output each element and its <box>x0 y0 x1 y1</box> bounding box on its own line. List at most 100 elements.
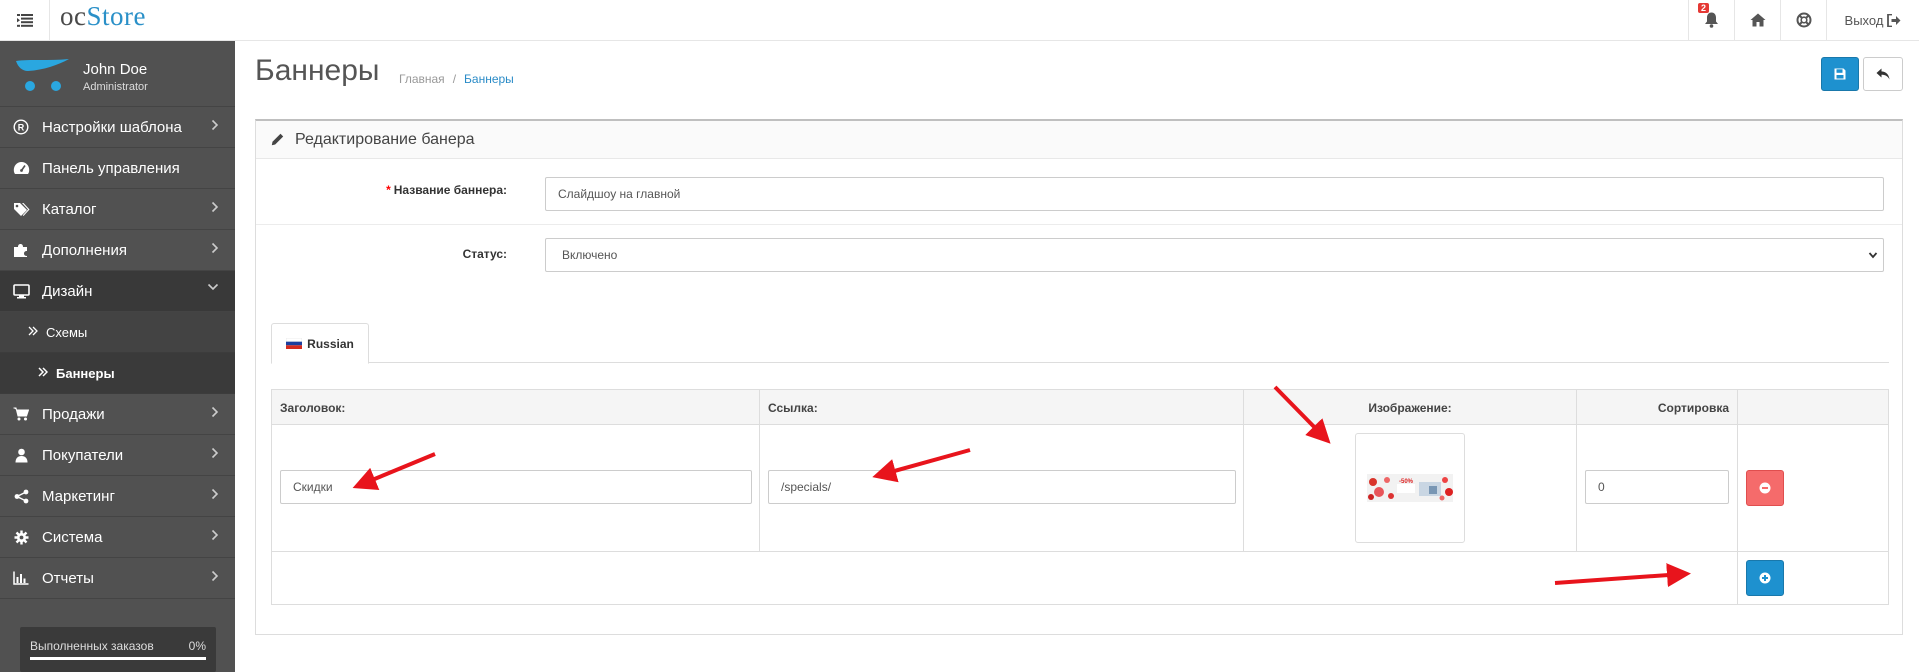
sidebar-item-design[interactable]: Дизайн <box>0 271 235 312</box>
panel-heading: Редактирование банера <box>256 121 1902 159</box>
column-header-sort: Сортировка <box>1577 390 1738 425</box>
column-header-title: Заголовок: <box>272 390 760 425</box>
banner-name-input[interactable] <box>545 177 1884 211</box>
save-button[interactable] <box>1821 57 1859 91</box>
sort-order-input[interactable] <box>1585 470 1729 504</box>
gear-icon <box>12 528 30 546</box>
user-role: Administrator <box>83 81 148 93</box>
user-profile[interactable]: John Doe Administrator <box>0 41 235 107</box>
status-row: Статус: Включено <box>256 225 1902 285</box>
plus-circle-icon <box>1759 572 1771 584</box>
sidebar-item-label: Отчеты <box>42 569 94 587</box>
reply-icon <box>1876 68 1890 80</box>
notifications-button[interactable]: 2 <box>1688 0 1734 40</box>
menu-list-icon <box>16 13 33 27</box>
registered-icon: R <box>12 118 30 136</box>
back-button[interactable] <box>1863 57 1903 91</box>
sort-cell <box>1577 425 1738 552</box>
svg-text:R: R <box>18 123 25 133</box>
help-button[interactable] <box>1780 0 1826 40</box>
progress-label: Выполненных заказов <box>30 639 154 653</box>
sidebar-item-extensions[interactable]: Дополнения <box>0 230 235 271</box>
footer-spacer <box>272 552 1738 604</box>
table-footer <box>272 552 1888 604</box>
dashboard-icon <box>12 159 30 177</box>
sidebar: John Doe Administrator R Настройки шабло… <box>0 41 235 672</box>
bar-chart-icon <box>12 569 30 587</box>
remove-row-button[interactable] <box>1746 470 1784 506</box>
language-tabs: Russian <box>271 323 1889 364</box>
sidebar-subitem-banners[interactable]: Баннеры <box>0 353 235 394</box>
opencart-cart-logo-icon <box>16 59 69 91</box>
puzzle-icon <box>12 241 30 259</box>
thumb-discount-text: -50% <box>1399 479 1414 485</box>
breadcrumb: Главная / Баннеры <box>399 72 514 86</box>
status-select[interactable]: Включено <box>545 238 1884 272</box>
sidebar-item-label: Каталог <box>42 200 97 218</box>
cart-icon <box>12 405 30 423</box>
actions-cell <box>1738 425 1890 552</box>
sidebar-item-sales[interactable]: Продажи <box>0 394 235 435</box>
column-header-image: Изображение: <box>1244 390 1577 425</box>
user-name: John Doe <box>83 61 148 78</box>
pencil-icon <box>271 133 284 146</box>
banner-images-table: Заголовок: Ссылка: Изображение: Сортиров… <box>271 389 1889 605</box>
menu-toggle-button[interactable] <box>0 0 50 40</box>
column-header-link: Ссылка: <box>760 390 1244 425</box>
sidebar-item-template-settings[interactable]: R Настройки шаблона <box>0 107 235 148</box>
sidebar-item-system[interactable]: Система <box>0 517 235 558</box>
chevron-right-icon <box>211 406 219 418</box>
page-title: Баннеры <box>255 54 380 87</box>
bell-icon <box>1705 12 1718 28</box>
column-header-actions <box>1738 390 1890 425</box>
logout-button[interactable]: Выход <box>1826 0 1919 40</box>
chevron-right-icon <box>211 119 219 131</box>
sidebar-item-label: Панель управления <box>42 159 180 177</box>
top-header: ocStore 2 Выход <box>0 0 1919 41</box>
sidebar-item-catalog[interactable]: Каталог <box>0 189 235 230</box>
tab-russian[interactable]: Russian <box>271 323 369 364</box>
app-logo[interactable]: ocStore <box>60 1 146 32</box>
sidebar-item-label: Настройки шаблона <box>42 118 182 136</box>
panel-title: Редактирование банера <box>295 130 475 148</box>
breadcrumb-current[interactable]: Баннеры <box>464 72 514 86</box>
chevron-down-icon <box>207 283 219 291</box>
banner-image-preview: -50% <box>1367 474 1453 502</box>
banner-name-row: * Название баннера: <box>256 159 1902 225</box>
chevron-right-icon <box>211 488 219 500</box>
sidebar-subitem-layouts[interactable]: Схемы <box>0 312 235 353</box>
banner-name-label: * Название баннера: <box>386 183 507 197</box>
banner-image-thumbnail[interactable]: -50% <box>1355 433 1465 543</box>
status-label: Статус: <box>462 247 507 261</box>
main-content: Баннеры Главная / Баннеры Редактирование… <box>235 41 1919 672</box>
double-chevron-right-icon <box>38 366 49 380</box>
chevron-right-icon <box>211 242 219 254</box>
orders-progress: Выполненных заказов 0% <box>20 627 216 672</box>
tab-label: Russian <box>307 336 354 351</box>
chevron-right-icon <box>211 570 219 582</box>
sidebar-subitem-label: Схемы <box>46 324 88 340</box>
banner-link-input[interactable] <box>768 470 1236 504</box>
image-cell: -50% <box>1244 425 1577 552</box>
chevron-right-icon <box>211 201 219 213</box>
sidebar-item-label: Система <box>42 528 103 546</box>
home-button[interactable] <box>1734 0 1780 40</box>
sidebar-item-marketing[interactable]: Маркетинг <box>0 476 235 517</box>
sidebar-item-reports[interactable]: Отчеты <box>0 558 235 599</box>
breadcrumb-home[interactable]: Главная <box>399 72 445 86</box>
monitor-icon <box>12 282 30 300</box>
link-cell <box>760 425 1244 552</box>
banner-title-input[interactable] <box>280 470 752 504</box>
chevron-down-icon <box>1868 252 1878 259</box>
logo-oc: oc <box>60 1 87 31</box>
sidebar-item-dashboard[interactable]: Панель управления <box>0 148 235 189</box>
sidebar-item-customers[interactable]: Покупатели <box>0 435 235 476</box>
required-mark: * <box>386 183 391 197</box>
logo-store: Store <box>86 1 146 31</box>
sidebar-item-label: Дополнения <box>42 241 127 259</box>
minus-circle-icon <box>1759 482 1771 494</box>
double-chevron-right-icon <box>28 325 38 339</box>
table-row: -50% <box>272 425 1888 552</box>
table-header: Заголовок: Ссылка: Изображение: Сортиров… <box>272 390 1888 425</box>
add-banner-button[interactable] <box>1746 560 1784 596</box>
